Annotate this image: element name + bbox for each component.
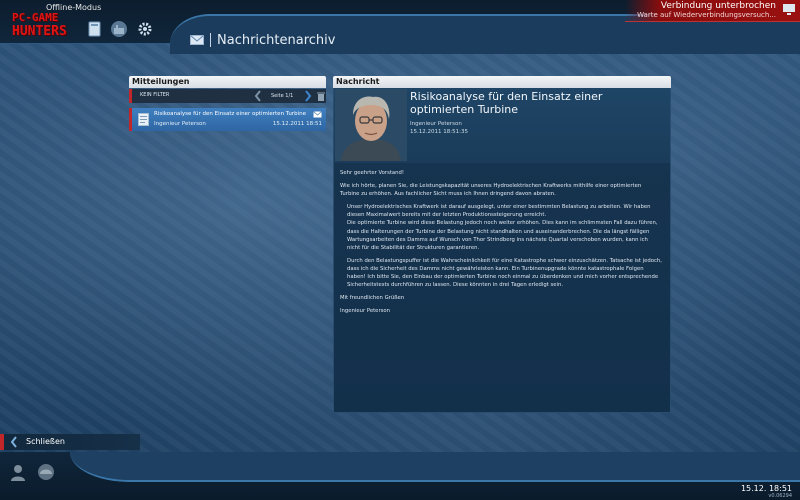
helmet-icon[interactable] (36, 462, 56, 482)
messages-panel: Mitteilungen KEIN FILTER Seite 1/1 Risik… (129, 76, 326, 132)
factory-icon[interactable] (110, 20, 128, 38)
list-item[interactable]: Risikoanalyse für den Einsatz einer opti… (129, 108, 326, 131)
message-paragraph: Die optimierte Turbine wird diese Belast… (347, 220, 658, 251)
close-label: Schließen (26, 437, 65, 446)
connection-title: Verbindung unterbrochen (660, 1, 776, 11)
message-text: Sehr geehrter Vorstand! Wie ich hörte, p… (340, 169, 662, 320)
previous-page-icon[interactable] (253, 89, 263, 103)
sender-portrait (335, 89, 407, 161)
message-paragraph: Durch den Belastungspuffer ist die Wahrs… (347, 257, 662, 289)
envelope-icon (190, 35, 204, 45)
chevron-left-icon (10, 436, 17, 448)
message-closing: Mit freundlichen Grüßen (340, 295, 405, 302)
document-icon (138, 113, 149, 126)
message-paragraph: Unser Hydroelektrisches Kraftwerk ist da… (347, 204, 651, 219)
messages-panel-title: Mitteilungen (129, 76, 326, 88)
version-label: v0.06294 (768, 493, 792, 499)
message-header: Risikoanalyse für den Einsatz einer opti… (334, 88, 670, 163)
message-panel-title: Nachricht (333, 76, 671, 88)
message-panel: Nachricht Risikoanalyse für den Einsatz … (333, 76, 671, 413)
message-body: Risikoanalyse für den Einsatz einer opti… (333, 88, 671, 413)
heading-separator (210, 33, 211, 47)
game-logo: PC-GAME HUNTERS (4, 6, 82, 48)
page-title: Nachrichtenarchiv (217, 32, 336, 48)
message-timestamp: 15.12.2011 18:51:35 (410, 129, 468, 135)
gear-icon[interactable] (136, 20, 154, 38)
list-item-sender: Ingenieur Peterson (154, 121, 206, 127)
filter-bar: KEIN FILTER Seite 1/1 (129, 89, 326, 103)
message-sender: Ingenieur Peterson (410, 121, 462, 127)
message-subject: Risikoanalyse für den Einsatz einer opti… (410, 90, 603, 116)
list-item-subject: Risikoanalyse für den Einsatz einer opti… (154, 111, 306, 117)
clock: 15.12. 18:51 (740, 484, 792, 493)
message-greeting: Sehr geehrter Vorstand! (340, 170, 405, 176)
page-indicator: Seite 1/1 (271, 93, 294, 99)
next-page-icon[interactable] (303, 89, 313, 103)
worker-icon[interactable] (8, 462, 28, 482)
list-item-date: 15.12.2011 18:51 (272, 121, 322, 127)
bottom-bar (0, 452, 800, 500)
archive-book-icon[interactable] (86, 20, 104, 38)
connection-subtitle: Warte auf Wiederverbindungsversuch... (637, 11, 776, 19)
bottom-bar-curve (70, 452, 800, 482)
filter-dropdown[interactable]: KEIN FILTER (140, 92, 169, 98)
logo-line2: HUNTERS (12, 24, 67, 39)
message-paragraph: Wie ich hörte, planen Sie, die Leistungs… (340, 183, 642, 198)
envelope-icon (313, 111, 322, 118)
disconnected-monitor-icon[interactable] (782, 3, 796, 17)
message-signature: Ingenieur Peterson (340, 308, 390, 315)
close-button[interactable]: Schließen (0, 434, 140, 450)
trash-icon[interactable] (316, 91, 326, 101)
logo-line1: PC-GAME (12, 11, 59, 24)
page-heading: Nachrichtenarchiv (190, 31, 335, 49)
connection-status-bar: Verbindung unterbrochen Warte auf Wieder… (625, 0, 800, 22)
